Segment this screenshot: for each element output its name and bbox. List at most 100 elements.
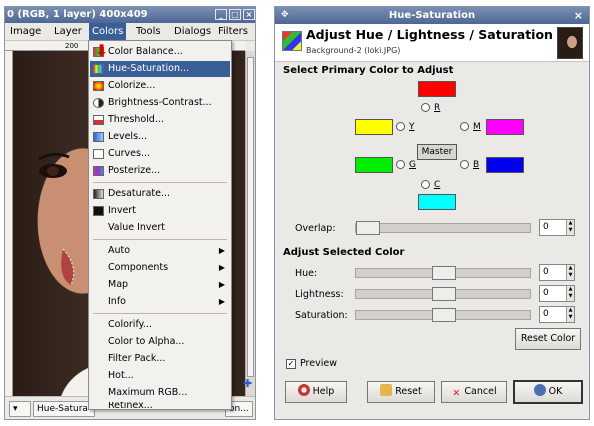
saturation-label: Saturation: [295, 310, 348, 321]
menu-item-color-balance[interactable]: Color Balance... [90, 44, 230, 60]
menu-item-color-to-alpha[interactable]: Color to Alpha... [90, 334, 230, 350]
menu-item-label: Filter Pack... [108, 353, 166, 364]
radio-yellow-label: Y [409, 122, 415, 132]
close-icon[interactable]: × [243, 9, 255, 20]
scrollbar-thumb[interactable] [247, 57, 254, 377]
menu-item-label: Components [108, 262, 169, 273]
vertical-scrollbar[interactable] [245, 51, 255, 396]
green-swatch[interactable] [355, 157, 393, 173]
menu-colors[interactable]: Colors [89, 23, 127, 41]
hue-spinbox[interactable]: 0 ▲ ▼ [539, 264, 575, 281]
vertical-ruler [5, 51, 13, 396]
radio-green[interactable] [396, 160, 405, 169]
adjust-section-label: Adjust Selected Color [283, 247, 405, 258]
ok-button[interactable]: OK [513, 380, 583, 404]
radio-cyan[interactable] [421, 180, 430, 189]
close-icon[interactable]: × [574, 7, 583, 24]
menu-item-threshold[interactable]: Threshold... [90, 112, 230, 128]
menu-layer[interactable]: Layer [51, 23, 85, 41]
menu-item-label: Posterize... [108, 165, 161, 176]
menu-item-label: Color Balance... [108, 46, 183, 57]
levels-icon [93, 132, 104, 142]
menu-item-label: Retinex... [108, 402, 153, 410]
red-swatch[interactable] [418, 81, 456, 97]
reset-button-label: Reset [395, 386, 422, 397]
maximize-icon[interactable]: □ [229, 9, 241, 20]
menu-tools[interactable]: Tools [133, 23, 164, 41]
reset-color-button[interactable]: Reset Color [515, 328, 581, 350]
menu-item-label: Auto [108, 245, 131, 256]
spin-arrows-icon[interactable]: ▲ ▼ [566, 220, 574, 235]
threshold-icon [93, 115, 104, 125]
menu-item-label: Hot... [108, 370, 134, 381]
menu-item-posterize[interactable]: Posterize... [90, 163, 230, 179]
menu-item-maximum-rgb[interactable]: Maximum RGB... [90, 385, 230, 401]
slider-thumb[interactable] [432, 287, 456, 301]
navigate-icon[interactable]: ✚ [243, 377, 252, 390]
cancel-button[interactable]: ✕ Cancel [441, 381, 507, 403]
posterize-icon [93, 166, 104, 176]
spin-arrows-icon[interactable]: ▲ ▼ [566, 286, 574, 301]
menu-item-desaturate[interactable]: Desaturate... [90, 186, 230, 202]
menu-item-filter-pack[interactable]: Filter Pack... [90, 351, 230, 367]
menu-item-label: Curves... [108, 148, 151, 159]
image-thumbnail [557, 27, 583, 59]
lightness-slider[interactable] [355, 287, 531, 301]
spin-arrows-icon[interactable]: ▲ ▼ [566, 307, 574, 322]
brightness-contrast-icon [93, 98, 104, 108]
slider-thumb[interactable] [356, 221, 380, 235]
menu-item-label: Value Invert [108, 222, 166, 233]
yellow-swatch[interactable] [355, 119, 393, 135]
unit-dropdown[interactable]: ▾ [9, 401, 31, 417]
slider-thumb[interactable] [432, 266, 456, 280]
menu-item-retinex[interactable]: Retinex... [90, 402, 230, 410]
menu-item-value-invert[interactable]: Value Invert [90, 220, 230, 236]
slider-thumb[interactable] [432, 308, 456, 322]
status-layer-label: Hue-Satura [33, 401, 95, 417]
radio-blue[interactable] [460, 160, 469, 169]
menu-item-label: Threshold... [108, 114, 164, 125]
submenu-arrow-icon: ▶ [218, 297, 225, 306]
menu-item-info[interactable]: Info ▶ [90, 294, 230, 310]
menu-separator [93, 182, 227, 183]
spin-value: 0 [543, 267, 549, 277]
menu-item-hot[interactable]: Hot... [90, 368, 230, 384]
minimize-icon[interactable]: _ [215, 9, 227, 20]
menu-item-components[interactable]: Components ▶ [90, 260, 230, 276]
help-button[interactable]: Help [285, 381, 347, 403]
menu-item-colorify[interactable]: Colorify... [90, 317, 230, 333]
menu-item-hue-saturation[interactable]: Hue-Saturation... [90, 61, 230, 77]
saturation-spinbox[interactable]: 0 ▲ ▼ [539, 306, 575, 323]
preview-checkbox[interactable]: ✓ [286, 359, 296, 369]
overlap-slider[interactable] [355, 221, 531, 235]
menu-item-label: Levels... [108, 131, 148, 142]
master-button[interactable]: Master [417, 144, 457, 160]
reset-button[interactable]: Reset [367, 381, 435, 403]
window-menu-icon[interactable]: ✥ [281, 7, 289, 24]
reset-icon [380, 384, 393, 396]
cyan-swatch[interactable] [418, 194, 456, 210]
menu-item-brightness-contrast[interactable]: Brightness-Contrast... [90, 95, 230, 111]
radio-yellow[interactable] [396, 122, 405, 131]
magenta-swatch[interactable] [486, 119, 524, 135]
menu-item-invert[interactable]: Invert [90, 203, 230, 219]
menu-item-label: Invert [108, 205, 136, 216]
hue-slider[interactable] [355, 266, 531, 280]
radio-magenta[interactable] [460, 122, 469, 131]
menu-item-curves[interactable]: Curves... [90, 146, 230, 162]
spin-arrows-icon[interactable]: ▲ ▼ [566, 265, 574, 280]
menu-item-auto[interactable]: Auto ▶ [90, 243, 230, 259]
menu-image[interactable]: Image [7, 23, 44, 41]
lightness-spinbox[interactable]: 0 ▲ ▼ [539, 285, 575, 302]
menu-filters[interactable]: Filters [215, 23, 251, 41]
menu-dialogs[interactable]: Dialogs [171, 23, 214, 41]
menu-item-levels[interactable]: Levels... [90, 129, 230, 145]
radio-red[interactable] [421, 103, 430, 112]
menu-item-label: Maximum RGB... [108, 387, 188, 398]
saturation-slider[interactable] [355, 308, 531, 322]
menu-item-map[interactable]: Map ▶ [90, 277, 230, 293]
curves-icon [93, 149, 104, 159]
blue-swatch[interactable] [486, 157, 524, 173]
overlap-spinbox[interactable]: 0 ▲ ▼ [539, 219, 575, 236]
menu-item-colorize[interactable]: Colorize... [90, 78, 230, 94]
